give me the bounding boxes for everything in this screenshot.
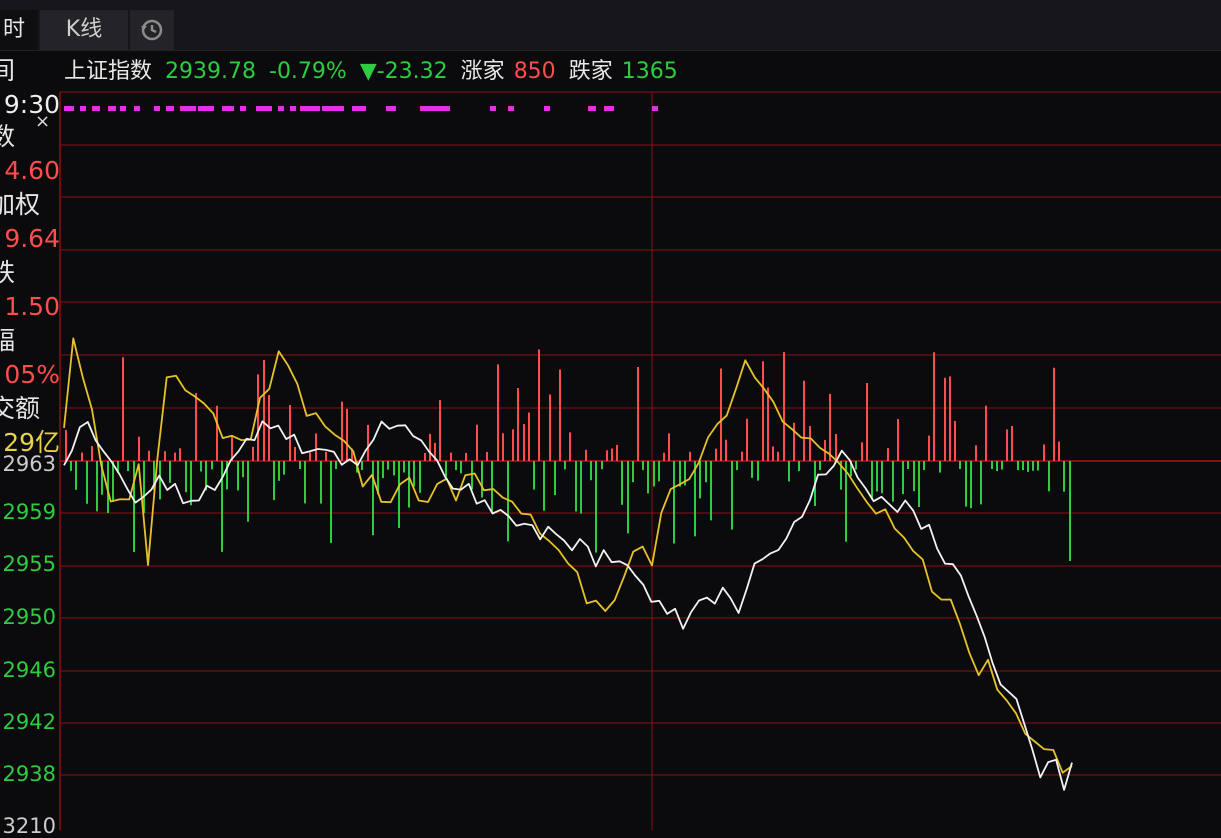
signal-dash	[166, 106, 174, 111]
signal-dash	[352, 106, 366, 111]
signal-dash	[256, 106, 272, 111]
signal-dash	[120, 106, 126, 111]
fall-count: 1365	[621, 59, 678, 84]
index-price-line	[63, 420, 1073, 791]
signal-dash	[290, 106, 296, 111]
y-tick: 2938	[2, 762, 56, 786]
signal-dash	[278, 106, 284, 111]
signal-dash	[300, 106, 320, 111]
signal-dash	[92, 106, 100, 111]
signal-dash	[420, 106, 450, 111]
rise-label: 涨家	[460, 59, 505, 84]
signal-dash	[544, 106, 550, 111]
change-amount: ▼-23.32	[359, 59, 448, 84]
y-tick: 2950	[2, 605, 56, 629]
signal-dash	[386, 106, 396, 111]
info-value: 9.64	[4, 224, 60, 253]
signal-dash	[604, 106, 614, 111]
y-tick: 2959	[2, 500, 56, 524]
signal-dash	[240, 106, 246, 111]
y-tick: 2946	[2, 658, 56, 682]
rise-count: 850	[513, 59, 556, 84]
info-value: 1.50	[4, 292, 60, 321]
info-label: 加权	[0, 190, 41, 219]
y-tick-top-partial: 2963	[2, 452, 56, 476]
index-price: 2939.78	[165, 59, 256, 84]
signal-dash	[108, 106, 116, 111]
info-value: 4.60	[4, 156, 60, 185]
signal-dash	[154, 106, 160, 111]
intraday-chart	[59, 91, 1221, 830]
signal-dash	[222, 106, 234, 111]
y-tick: 2955	[2, 552, 56, 576]
info-label: 幅	[0, 326, 16, 355]
signal-dash	[198, 106, 214, 111]
signal-dash	[588, 106, 596, 111]
change-percent: -0.79%	[269, 59, 347, 84]
signal-dash	[80, 106, 86, 111]
signal-dash	[322, 106, 344, 111]
info-value: 9:30	[3, 90, 60, 119]
signal-dash	[180, 106, 196, 111]
y-tick: 2942	[2, 710, 56, 734]
signal-dash	[134, 106, 140, 111]
info-label: 交额	[0, 394, 41, 423]
index-name: 上证指数	[64, 59, 153, 84]
y-tick-bottom-partial: 3210	[2, 814, 56, 838]
info-value: 05%	[4, 360, 60, 389]
signal-dash	[64, 106, 74, 111]
signal-dash	[508, 106, 514, 111]
info-label: 间	[0, 56, 16, 85]
index-header: 上证指数 2939.78 -0.79% ▼-23.32 涨家 850 跌家 13…	[64, 58, 684, 86]
info-label: 跌	[0, 258, 16, 287]
average-price-line	[63, 337, 1073, 774]
fall-label: 跌家	[568, 59, 613, 84]
info-label: 数	[0, 122, 16, 151]
signal-dash	[652, 106, 658, 111]
signal-dash	[490, 106, 496, 111]
